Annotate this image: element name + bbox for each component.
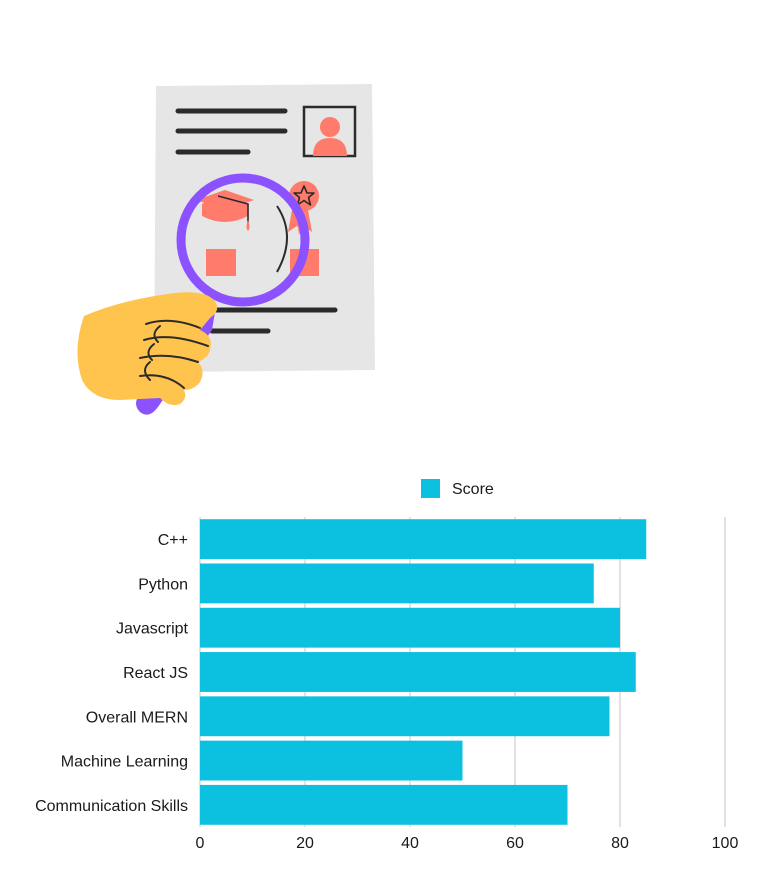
x-tick-label: 60 (506, 835, 524, 852)
skills-bar-chart: Score C++ Python Javascript React JS Overall… (35, 479, 739, 852)
category-label: Python (138, 576, 188, 593)
category-label: Javascript (116, 621, 189, 638)
legend-swatch (421, 479, 440, 498)
resume-block (206, 249, 236, 276)
resume-magnifier-icon (77, 84, 375, 415)
category-label: Overall MERN (86, 709, 188, 726)
bar-python (200, 563, 594, 604)
legend-label: Score (452, 481, 494, 498)
bar-communication-skills (200, 784, 568, 825)
category-label: Communication Skills (35, 798, 188, 815)
category-label: React JS (123, 665, 188, 682)
bar-c (200, 519, 647, 560)
hand-icon (77, 292, 218, 406)
x-tick-label: 0 (196, 835, 205, 852)
category-labels: C++ Python Javascript React JS Overall MERN M… (35, 532, 188, 815)
bar-overall-mern (200, 696, 610, 737)
x-tick-label: 40 (401, 835, 419, 852)
x-tick-label: 20 (296, 835, 314, 852)
category-label: C++ (158, 532, 188, 549)
bar-javascript (200, 607, 620, 648)
x-tick-label: 100 (712, 835, 739, 852)
bar-machine-learning (200, 740, 463, 781)
x-tick-label: 80 (611, 835, 629, 852)
bar-react-js (200, 652, 636, 692)
bars (200, 519, 647, 825)
category-label: Machine Learning (61, 754, 188, 771)
legend: Score (421, 479, 494, 498)
x-tick-labels: 0 20 40 60 80 100 (196, 835, 739, 852)
